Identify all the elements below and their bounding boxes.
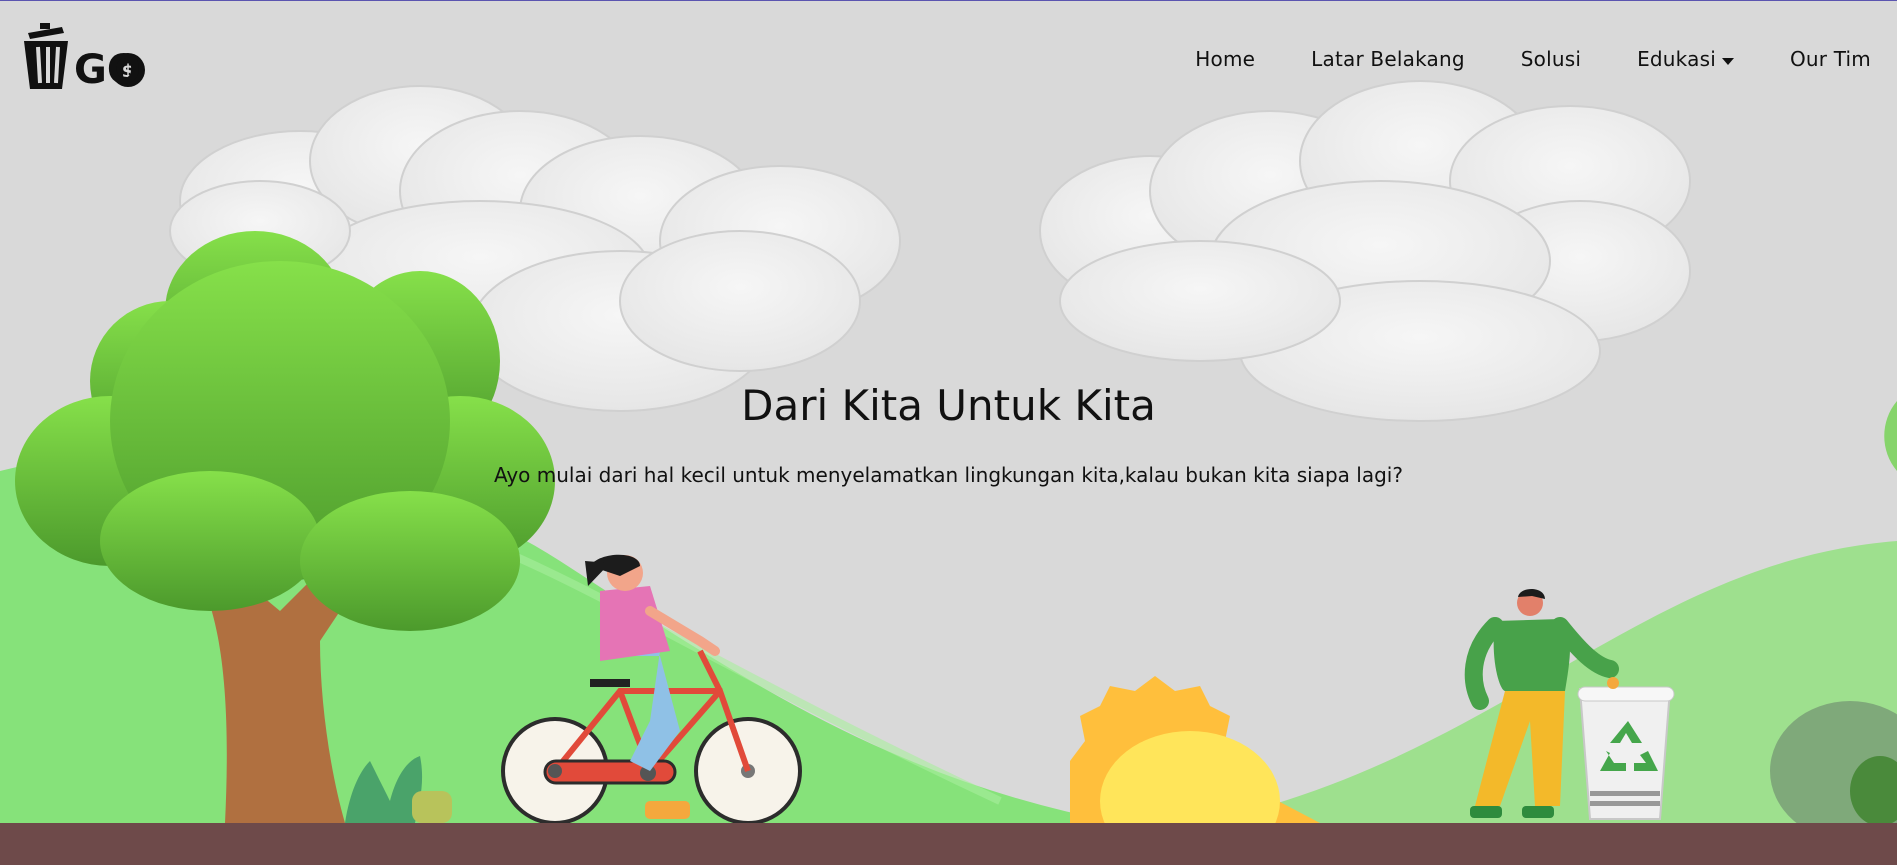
hero-title: Dari Kita Untuk Kita bbox=[741, 381, 1156, 430]
caret-down-icon bbox=[1721, 58, 1734, 65]
site-header: $ GO Home Latar Belakang Solusi Edukasi … bbox=[0, 1, 1897, 111]
nav-latar-belakang[interactable]: Latar Belakang bbox=[1311, 47, 1465, 71]
cloud-right bbox=[1039, 80, 1691, 422]
nav-our-tim-label: Our Tim bbox=[1789, 47, 1871, 71]
hero-illustration bbox=[0, 80, 1897, 865]
logo-text: GO bbox=[74, 47, 141, 93]
nav-edukasi-label: Edukasi bbox=[1637, 47, 1716, 71]
nav-home[interactable]: Home bbox=[1195, 47, 1255, 71]
logo[interactable]: $ GO bbox=[22, 23, 154, 93]
ground-strip bbox=[0, 823, 1897, 865]
nav-latar-belakang-label: Latar Belakang bbox=[1311, 47, 1465, 71]
nav-solusi-label: Solusi bbox=[1520, 47, 1582, 71]
nav-home-label: Home bbox=[1195, 47, 1256, 71]
hero-subtitle: Ayo mulai dari hal kecil untuk menyelama… bbox=[494, 463, 1403, 487]
nav-solusi[interactable]: Solusi bbox=[1521, 47, 1581, 71]
main-nav: Home Latar Belakang Solusi Edukasi Our T… bbox=[1195, 47, 1871, 71]
nav-our-tim[interactable]: Our Tim bbox=[1790, 47, 1871, 71]
nav-edukasi-dropdown[interactable]: Edukasi bbox=[1637, 47, 1734, 71]
